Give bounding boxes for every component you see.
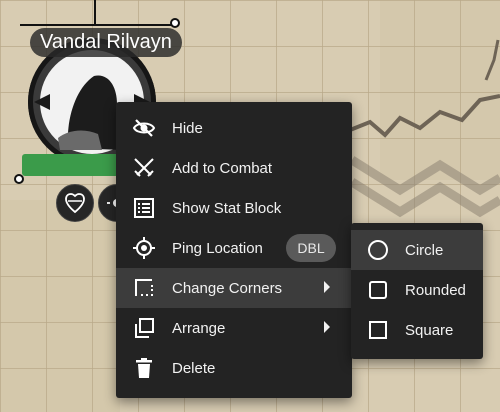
shortcut-badge: DBL [286,234,336,262]
menu-item-ping-location[interactable]: Ping Location DBL [116,228,352,268]
menu-item-label: Show Stat Block [172,199,282,217]
corner-option-label: Rounded [405,281,466,299]
resize-handle-top-right[interactable] [170,18,180,28]
menu-item-change-corners[interactable]: Change Corners [116,268,352,308]
menu-item-hide[interactable]: Hide [116,108,352,148]
menu-item-label: Delete [172,359,216,377]
eye-off-icon [132,119,156,137]
rounded-square-icon [369,281,387,299]
layers-icon [135,318,154,338]
chevron-right-icon [324,281,330,293]
circle-outline-icon [368,240,388,260]
token-heart-button[interactable] [56,184,94,222]
target-icon [133,237,155,259]
token-name-label: Vandal Rilvayn [30,28,182,57]
corner-option-label: Circle [405,241,444,259]
menu-item-delete[interactable]: Delete [116,348,352,388]
corner-option-rounded[interactable]: Rounded [351,270,483,310]
token-context-menu: Hide Add to Combat Show Stat Block Ping … [116,102,352,398]
corner-option-circle[interactable]: Circle [351,230,483,270]
chevron-right-icon [324,321,330,333]
dashed-corner-icon [135,279,153,296]
selection-top-edge [20,24,175,26]
corner-option-label: Square [405,321,454,339]
trash-icon [136,358,152,378]
crossed-swords-icon [134,158,154,177]
menu-item-add-to-combat[interactable]: Add to Combat [116,148,352,188]
heart-shield-icon [65,193,85,214]
menu-item-label: Add to Combat [172,159,273,177]
change-corners-submenu: Circle Rounded Square [351,223,483,359]
menu-item-show-stat-block[interactable]: Show Stat Block [116,188,352,228]
menu-item-label: Hide [172,119,203,137]
corner-option-square[interactable]: Square [351,310,483,350]
list-icon [134,198,154,218]
resize-handle-bottom-left[interactable] [14,174,24,184]
square-icon [369,321,387,339]
menu-item-arrange[interactable]: Arrange [116,308,352,348]
